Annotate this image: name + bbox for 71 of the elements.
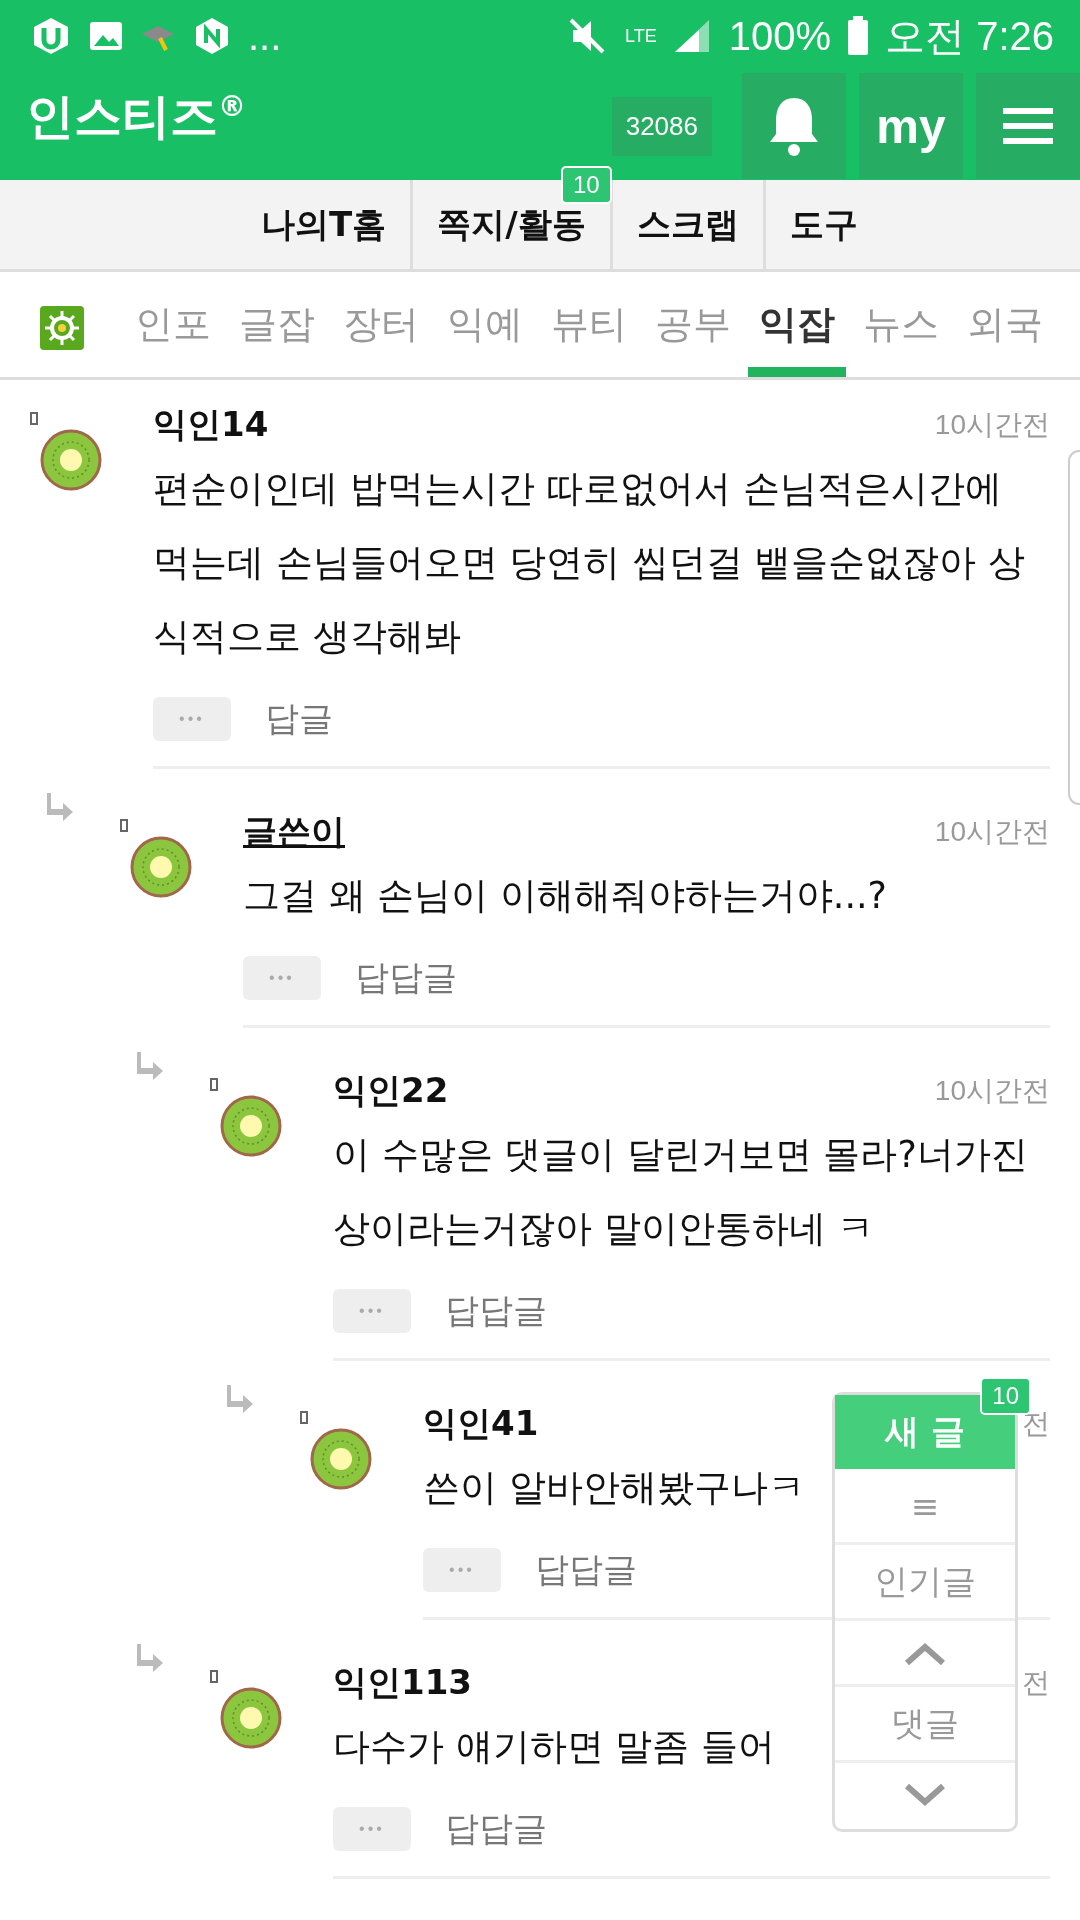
reply-link[interactable]: 답답글	[445, 1806, 547, 1852]
more-button[interactable]: •••	[243, 956, 321, 1000]
category-tab[interactable]: 뷰티	[540, 272, 638, 377]
kiwi-avatar-icon	[310, 1428, 372, 1490]
clock-text: 오전 7:26	[885, 12, 1054, 60]
comment-time: 10시간전	[934, 1074, 1050, 1108]
reply-arrow-icon	[45, 791, 75, 821]
category-tab[interactable]: 외국	[956, 272, 1054, 377]
comment-time: 10시간전	[934, 408, 1050, 442]
gallery-icon	[88, 20, 124, 52]
kiwi-avatar-icon	[40, 429, 102, 491]
author-name: 익인22	[333, 1069, 449, 1112]
network-type-text: LTE	[625, 25, 657, 47]
chevron-up-icon	[903, 1640, 947, 1665]
category-tab[interactable]: 장터	[332, 272, 430, 377]
comment-text: 다수가 얘기하면 말좀 들어	[333, 1724, 775, 1770]
more-button[interactable]: •••	[423, 1548, 501, 1592]
marker-icon	[210, 1670, 218, 1683]
category-tab[interactable]: 익잡	[748, 272, 846, 377]
kiwi-avatar-icon	[130, 836, 192, 898]
category-tab[interactable]: 글잡	[228, 272, 326, 377]
reply-link[interactable]: 답글	[265, 696, 333, 742]
author-name: 글쓴이	[243, 810, 345, 853]
comment-text: 편순이인데 밥먹는시간 따로없어서 손님적은시간에 먹는데 손님들어오면 당연히 씹던걸 뱉을순없잖아 상식적으로 생각해봐	[153, 466, 1026, 660]
category-tab[interactable]: 익예	[436, 272, 534, 377]
notification-button[interactable]	[742, 73, 846, 179]
settings-icon[interactable]	[40, 305, 84, 350]
reply-link[interactable]: 답답글	[355, 955, 457, 1001]
comment-text: 이 수많은 댓글이 달린거보면 몰라?너가진상이라는거잖아 말이안통하네 ㅋ	[333, 1132, 1029, 1252]
battery-percent: 100%	[728, 13, 832, 59]
count-badge: 10	[980, 1377, 1031, 1415]
marker-icon	[300, 1411, 308, 1424]
menu-button[interactable]	[976, 73, 1080, 179]
site-logo[interactable]: 인스티즈$^{®}$	[0, 85, 612, 149]
reply-arrow-icon	[225, 1383, 255, 1413]
category-tab[interactable]: 뉴스	[852, 272, 950, 377]
comment-text: 그걸 왜 손님이 이해해줘야하는거야...?	[243, 873, 887, 919]
list-button[interactable]: ≡	[835, 1469, 1015, 1545]
comment-text: 쓴이 알바안해봤구나ㅋ	[423, 1465, 805, 1511]
more-button[interactable]: •••	[153, 697, 231, 741]
comment-time: 10시간전	[934, 815, 1050, 849]
marker-icon	[30, 412, 38, 425]
marker-icon	[210, 1078, 218, 1091]
more-notifications-text: ...	[248, 13, 282, 59]
category-tab[interactable]: 인포	[124, 272, 222, 377]
nav-tab[interactable]: 도구	[765, 202, 882, 269]
count-badge: 10	[560, 166, 612, 204]
marker-icon	[120, 819, 128, 832]
nav-tab[interactable]: 쪽지/활동	[413, 202, 610, 269]
comment-time: 전	[1022, 1666, 1050, 1700]
kiwi-avatar-icon	[220, 1687, 282, 1749]
reply-arrow-icon	[135, 1050, 165, 1080]
chevron-down-icon	[903, 1784, 947, 1808]
reply-link[interactable]: 답답글	[535, 1547, 637, 1593]
reply-arrow-icon	[135, 1642, 165, 1672]
author-name: 익인41	[423, 1402, 539, 1445]
popular-button[interactable]: 인기글	[835, 1545, 1015, 1621]
my-button[interactable]: my	[859, 73, 963, 179]
battery-icon	[847, 16, 870, 56]
comments-button[interactable]: 댓글	[835, 1687, 1015, 1763]
nav-tab[interactable]: 나의T홈	[237, 202, 411, 269]
category-tab[interactable]: 공부	[644, 272, 742, 377]
menu-icon	[1003, 106, 1053, 146]
more-button[interactable]: •••	[333, 1289, 411, 1333]
reply-link[interactable]: 답답글	[445, 1288, 547, 1334]
author-name: 익인14	[153, 403, 269, 446]
points-counter: 32086	[611, 96, 712, 156]
more-button[interactable]: •••	[333, 1807, 411, 1851]
kiwi-avatar-icon	[220, 1095, 282, 1157]
nav-tab[interactable]: 스크랩	[612, 202, 763, 269]
author-name: 익인113	[333, 1661, 472, 1704]
